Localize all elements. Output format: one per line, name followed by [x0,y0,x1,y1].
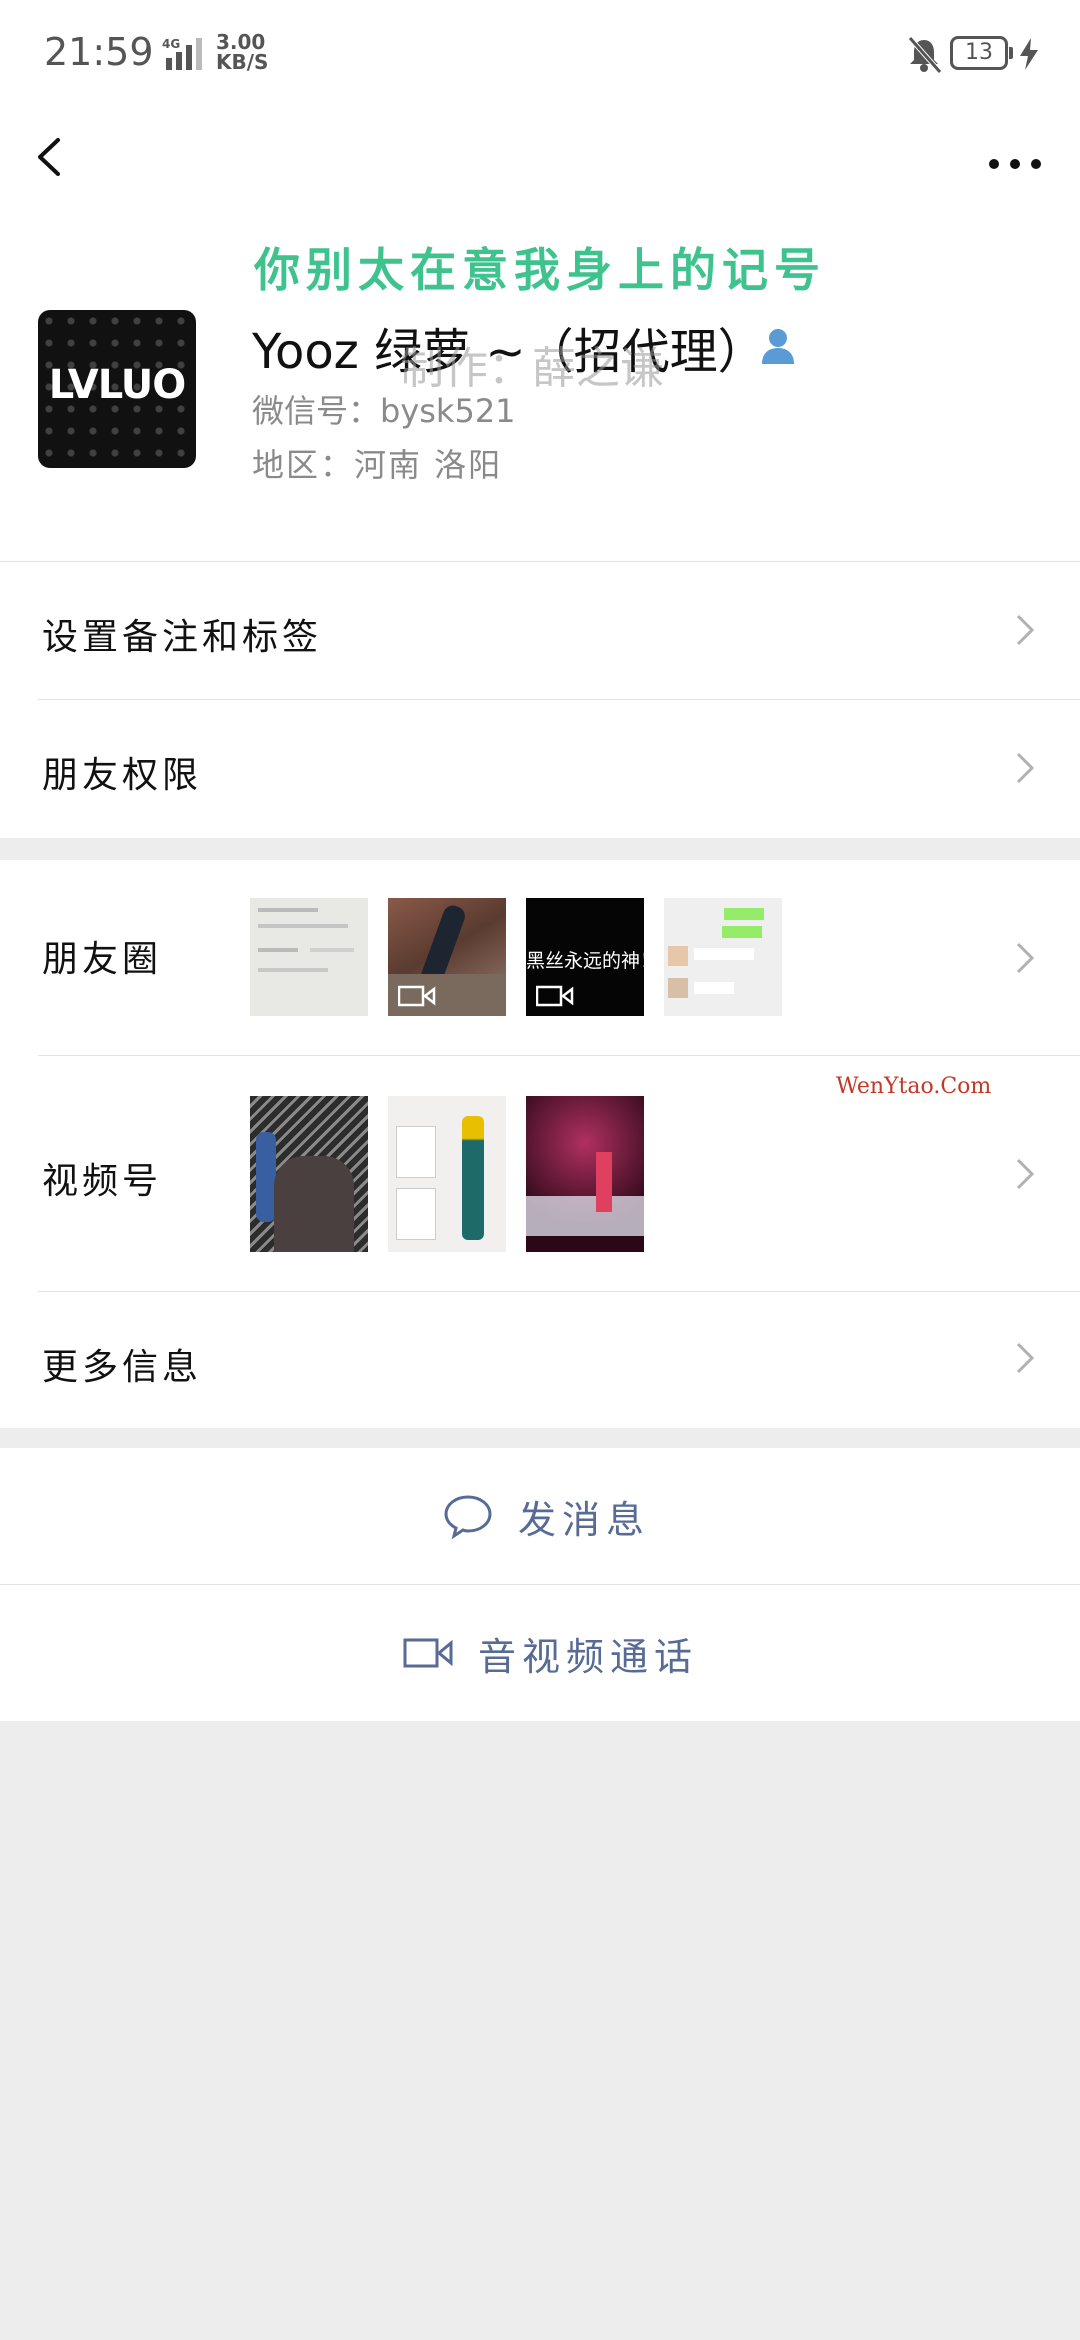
video-badge-icon [398,985,436,1007]
moments-label: 朋友圈 [42,939,163,980]
contact-person-icon [762,329,794,364]
speed-value: 3.00 [216,30,266,54]
battery-tip [1009,47,1013,59]
back-icon[interactable] [30,120,90,190]
site-watermark: WenYtao.Com [836,1074,992,1099]
status-time: 21:59 [44,30,154,74]
chevron-right-icon [1016,752,1035,784]
moments-thumb-1 [250,898,368,1016]
settings-group: 设置备注和标签 朋友权限 [0,562,1080,838]
channels-label: 视频号 [42,1161,163,1202]
chevron-right-icon [1016,1158,1035,1190]
channel-thumb-1 [250,1096,368,1252]
send-message-button[interactable]: 发消息 [0,1448,1080,1584]
status-bar: 21:59 4G 3.00 KB/S 13 [0,0,1080,108]
battery-level: 13 [950,36,1008,70]
video-call-label: 音视频通话 [478,1634,699,1679]
moments-row[interactable]: 朋友圈 黑丝永远的神！ [0,860,1080,1056]
send-message-label: 发消息 [518,1497,651,1542]
wechat-id: 微信号：bysk521 [252,392,516,430]
channel-thumb-3 [526,1096,644,1252]
channel-thumb-2 [388,1096,506,1252]
send-message-content: 发消息 [442,1448,650,1584]
profile-header: 你别太在意我身上的记号 LVLUO Yooz 绿萝 ~（招代理） 制作：薛之谦 … [0,208,1080,562]
moments-thumb-2 [388,898,506,1016]
moments-thumb-4 [664,898,782,1016]
video-camera-icon [403,1638,453,1668]
chevron-right-icon [1016,1342,1035,1374]
region: 地区：河南 洛阳 [252,446,503,484]
avatar-logo-text: LVLUO [48,362,186,408]
video-call-content: 音视频通话 [402,1585,698,1721]
friend-permission-label: 朋友权限 [42,755,203,796]
signal-icon: 4G [162,37,202,70]
svg-text:4G: 4G [162,37,180,51]
speed-unit: KB/S [216,50,269,74]
more-icon[interactable] [980,130,1050,180]
more-info-row[interactable]: 更多信息 [0,1292,1080,1428]
chat-bubble-icon [444,1495,492,1540]
top-nav-bar [0,108,1080,208]
avatar[interactable]: LVLUO [38,310,196,468]
chevron-right-icon [1016,942,1035,974]
more-info-label: 更多信息 [42,1347,203,1388]
content-group: 朋友圈 黑丝永远的神！ 视频号 [0,860,1080,1428]
profile-slogan: 你别太在意我身上的记号 [254,243,826,297]
remark-tags-label: 设置备注和标签 [42,617,323,658]
network-speed: 3.00 KB/S [216,32,268,72]
video-call-button[interactable]: 音视频通话 [0,1585,1080,1721]
moments-thumb-caption: 黑丝永远的神！ [526,950,644,972]
chevron-right-icon [1016,614,1035,646]
charging-icon [1020,38,1038,70]
bell-off-icon [908,36,942,74]
friend-permission-row[interactable]: 朋友权限 [0,700,1080,838]
remark-tags-row[interactable]: 设置备注和标签 [0,562,1080,700]
video-badge-icon [536,985,574,1007]
moments-thumb-3: 黑丝永远的神！ [526,898,644,1016]
